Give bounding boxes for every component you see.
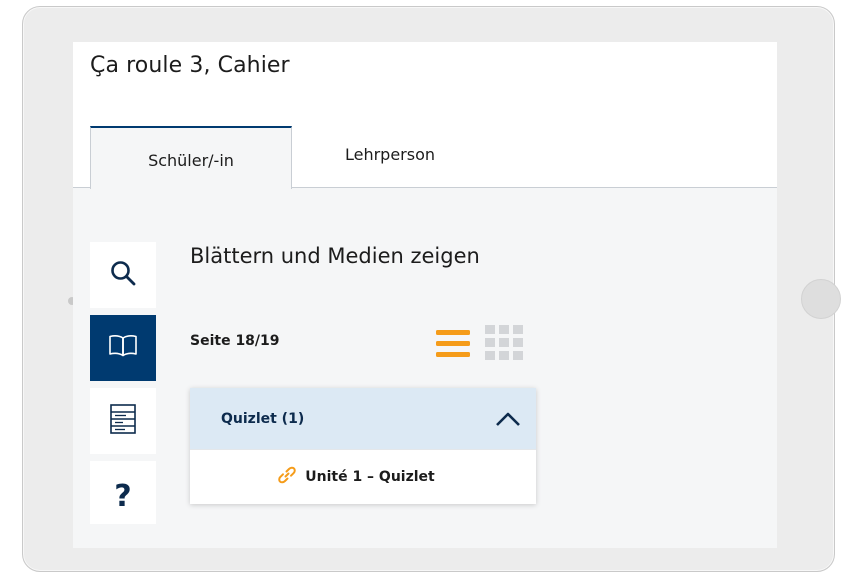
help-icon: ?: [114, 479, 132, 514]
search-icon: [109, 259, 137, 291]
page-title: Ça roule 3, Cahier: [90, 53, 290, 78]
section-heading: Blättern und Medien zeigen: [190, 244, 480, 268]
page-indicator: Seite 18/19: [190, 333, 280, 349]
link-label: Unité 1 – Quizlet: [305, 469, 435, 485]
media-accordion: Quizlet (1) Unité 1 – Quizlet: [190, 388, 536, 504]
tab-lehrperson[interactable]: Lehrperson: [305, 126, 475, 184]
tab-label: Schüler/-in: [148, 151, 234, 170]
accordion-link-item[interactable]: Unité 1 – Quizlet: [190, 449, 536, 504]
home-button[interactable]: [801, 279, 841, 319]
chevron-up-icon: [495, 411, 521, 427]
book-icon: [108, 333, 138, 363]
link-icon: [277, 465, 297, 489]
header: Ça roule 3, Cahier Schüler/-in Lehrperso…: [73, 42, 777, 189]
accordion-title: Quizlet (1): [221, 411, 305, 427]
book-view-button[interactable]: [90, 315, 156, 381]
table-of-contents-icon: [108, 403, 138, 439]
list-view-button[interactable]: [436, 327, 470, 361]
help-button[interactable]: ?: [90, 461, 156, 524]
table-of-contents-button[interactable]: [90, 388, 156, 454]
grid-view-icon: [485, 325, 525, 365]
grid-view-button[interactable]: [485, 325, 525, 361]
tab-label: Lehrperson: [344, 144, 436, 164]
tab-schueler[interactable]: Schüler/-in: [90, 126, 292, 189]
accordion-header[interactable]: Quizlet (1): [190, 388, 536, 449]
search-button[interactable]: [90, 242, 156, 308]
list-view-icon: [436, 330, 470, 365]
app-screen: Ça roule 3, Cahier Schüler/-in Lehrperso…: [73, 42, 777, 548]
